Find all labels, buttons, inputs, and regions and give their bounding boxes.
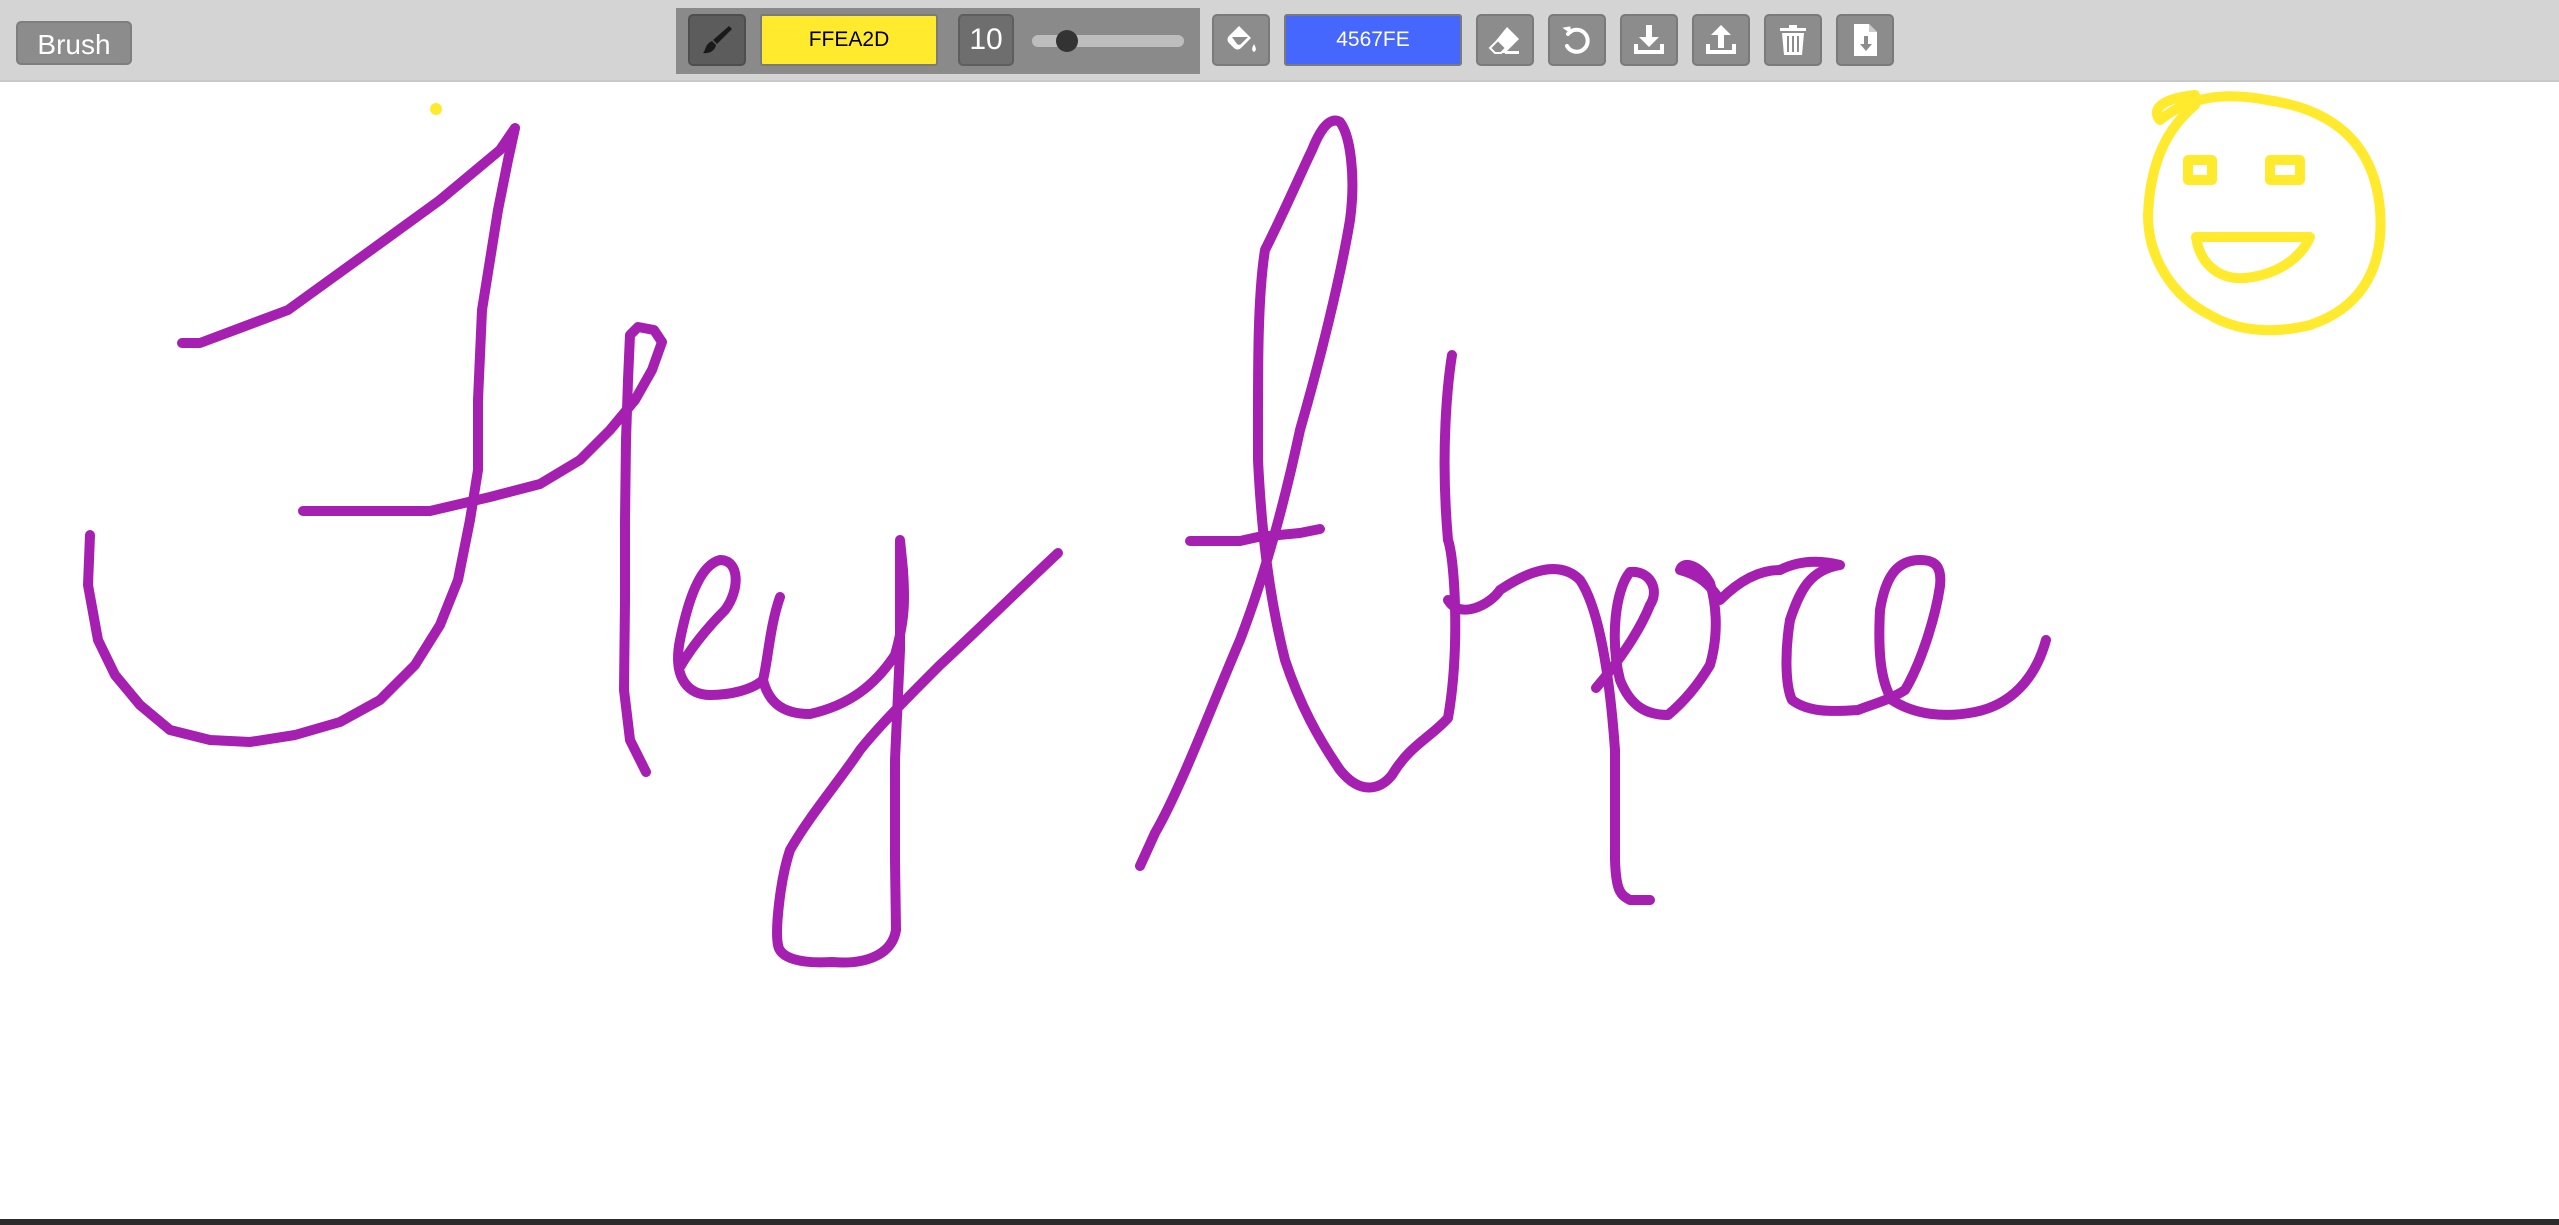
clear-canvas-button[interactable] [1764,14,1822,66]
save-file-button[interactable] [1836,14,1894,66]
undo-icon [1562,26,1590,54]
download-button[interactable] [1620,14,1678,66]
stroke-e [673,555,785,700]
stroke-e3 [1775,555,2051,720]
fill-tool-button[interactable] [1212,14,1270,66]
toolbar: Brush FFEA2D 10 4567FE [0,0,2559,82]
upload-button[interactable] [1692,14,1750,66]
stroke-t [1135,115,1461,871]
stroke-h-left [83,123,520,747]
eraser-icon [1488,27,1519,54]
save-file-icon [1854,24,1877,56]
window-bottom-edge [0,1219,2559,1225]
brush-tool-button[interactable] [688,14,746,66]
eraser-button[interactable] [1476,14,1534,66]
brush-size-value[interactable]: 10 [958,14,1014,66]
download-icon [1634,25,1664,54]
undo-button[interactable] [1548,14,1606,66]
mode-button[interactable]: Brush [16,21,132,65]
stray-dot [430,103,442,115]
trash-icon [1780,25,1806,55]
upload-icon [1706,25,1736,54]
paint-bucket-icon [1227,26,1256,52]
brush-size-slider[interactable] [1032,30,1184,52]
smiley-drawing [2143,90,2386,336]
brush-icon [703,26,732,54]
stroke-t-cross [1185,524,1325,546]
slider-thumb[interactable] [1055,30,1078,52]
brush-color-swatch[interactable]: FFEA2D [760,14,938,66]
drawing-canvas[interactable] [0,80,2559,1219]
fill-color-swatch[interactable]: 4567FE [1284,14,1462,66]
stroke-y [758,535,1063,968]
stroke-e2 [1591,559,1785,720]
